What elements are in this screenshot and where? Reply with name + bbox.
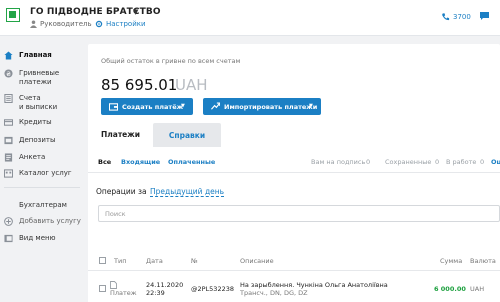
sidebar-item-label: Добавить услугу [19,217,81,225]
sidebar-item-label: Анкета [19,153,46,161]
column-amount[interactable]: Сумма [440,257,462,265]
search-placeholder: Поиск [105,210,126,218]
filter-paid[interactable]: Оплаченные [168,158,215,166]
user-role: Руководитель [40,20,92,28]
row-type: Платеж [110,289,137,297]
plus-circle-icon [4,217,13,226]
sidebar-item-label: Гривневые [19,69,60,77]
filter-saved-count: 0 [435,158,440,166]
chat-icon[interactable] [479,11,490,21]
balance-amount: 85 695.01 [101,76,178,94]
wallet-icon [109,103,118,111]
tab-label: Платежи [101,130,140,139]
column-type[interactable]: Тип [114,257,126,265]
filter-bar: Все Входящие Оплаченные Вам на подпись 0… [88,147,500,173]
row-number: @2PL532238 [191,285,234,293]
home-icon [4,51,13,60]
row-currency: UAH [470,285,485,293]
balance-caption: Общий остаток в гривне по всем счетам [101,57,241,65]
chevron-down-icon: ▼ [309,103,313,109]
hryvnia-icon: ₴ [4,69,13,78]
import-payments-button[interactable]: Импортировать платежи ▼ [203,98,321,115]
sidebar-item-label: Вид меню [19,234,56,242]
period-selector[interactable]: Предыдущий день [150,187,225,197]
table-row[interactable]: Платеж 24.11.2020 22:39 @2PL532238 На за… [88,271,500,302]
top-bar: ГО ПІДВОДНЕ БРАТСТВО ▼ Руководитель Наст… [0,0,500,36]
row-date: 24.11.2020 [146,281,184,289]
sidebar-item-label: Счета [19,94,41,102]
form-icon [4,153,13,162]
sidebar-item-label: Главная [19,51,52,59]
row-description: На зарыблення. Чункіна Ольга Анатоліївна [240,281,388,289]
filter-in-work[interactable]: В работе [446,158,476,166]
svg-text:₴: ₴ [6,71,11,78]
main-content: Общий остаток в гривне по всем счетам 85… [84,36,500,302]
menu-view-icon [4,234,13,243]
operations-label: Операции за [96,187,147,196]
settings-link[interactable]: Настройки [106,20,146,28]
column-description[interactable]: Описание [240,257,274,265]
import-payments-label: Импортировать платежи [224,103,318,111]
sidebar-item-label-2: платежи [19,78,52,86]
row-time: 22:39 [146,289,165,297]
user-icon [30,20,37,28]
document-icon [110,281,117,289]
sidebar-item-label: Бухгалтерам [19,201,67,209]
sidebar-divider [4,187,80,188]
row-amount: 6 000.00 [434,285,466,293]
tab-label: Справки [168,131,206,140]
select-all-checkbox[interactable] [99,257,106,264]
column-date[interactable]: Дата [146,257,163,265]
sidebar-item-label: Каталог услуг [19,169,72,177]
chevron-down-icon: ▼ [181,103,185,109]
filter-all[interactable]: Все [98,158,111,166]
table-header: Тип Дата № Описание Сумма Валюта [88,251,500,271]
search-input[interactable]: Поиск [98,205,500,222]
row-tags: Трансч., DN, DG, DZ [240,289,308,297]
chevron-down-icon[interactable]: ▼ [133,8,138,16]
sidebar-item-label-2: и выписки [19,103,58,111]
payments-panel: Все Входящие Оплаченные Вам на подпись 0… [88,147,500,302]
filter-saved[interactable]: Сохраненные [385,158,431,166]
phone-number[interactable]: 3700 [453,13,471,21]
filter-for-sign-count: 0 [366,158,371,166]
filter-errors[interactable]: Ош [491,158,500,166]
filter-incoming[interactable]: Входящие [121,158,160,166]
column-number[interactable]: № [191,257,198,265]
sidebar-item-label: Кредиты [19,118,52,126]
catalog-icon [4,169,13,178]
filter-for-sign[interactable]: Вам на подпись [311,158,365,166]
phone-icon[interactable] [441,12,450,22]
create-payment-label: Создать платёж [122,103,184,111]
tab-payments[interactable]: Платежи [88,120,153,148]
credit-icon [4,119,13,126]
tab-bar: Платежи Справки [88,120,500,148]
create-payment-button[interactable]: Создать платёж ▼ [101,98,193,115]
filter-in-work-count: 0 [480,158,485,166]
import-arrow-icon [211,102,220,110]
deposit-icon [4,136,13,145]
column-currency[interactable]: Валюта [470,257,496,265]
bank-logo[interactable] [6,8,20,22]
tab-certificates[interactable]: Справки [153,123,221,147]
document-list-icon [4,94,13,103]
gear-icon[interactable] [95,20,103,28]
sidebar: Главная ₴ Гривневые платежи Счета и выпи… [0,36,84,302]
balance-currency: UAH [175,76,208,94]
org-name[interactable]: ГО ПІДВОДНЕ БРАТСТВО [30,7,161,17]
row-checkbox[interactable] [99,285,106,292]
sidebar-item-label: Депозиты [19,136,56,144]
